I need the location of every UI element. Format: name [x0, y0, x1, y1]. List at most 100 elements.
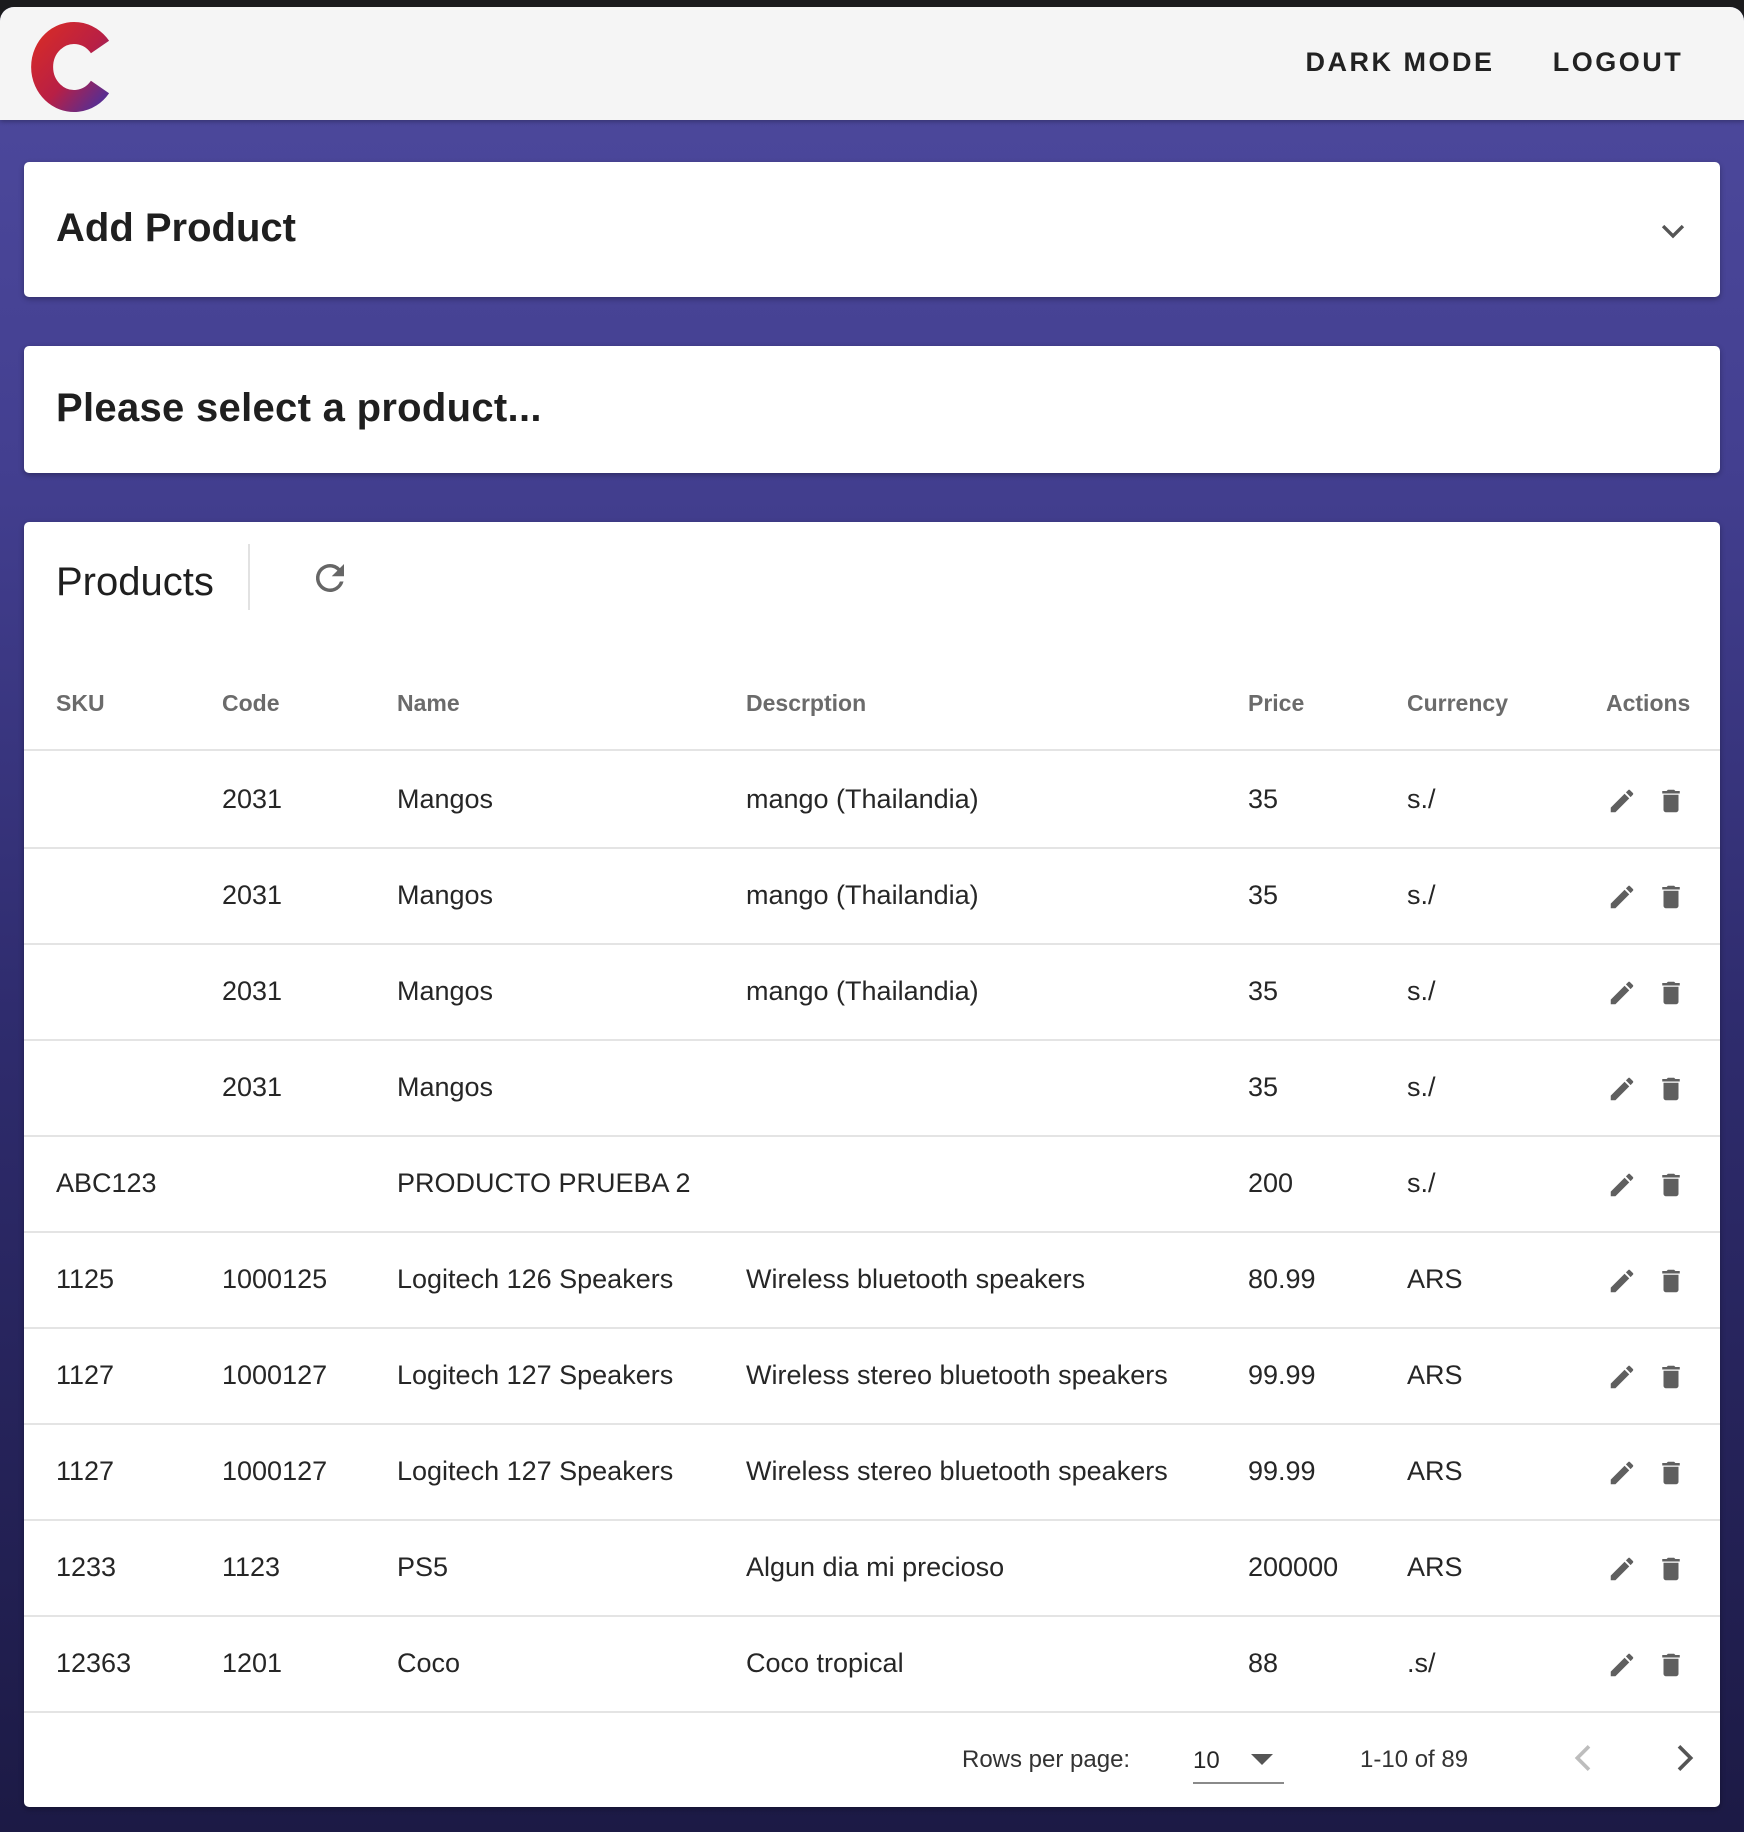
cell-currency: s./ — [1407, 880, 1436, 910]
trash-icon[interactable] — [1656, 1458, 1686, 1488]
cell-description: mango (Thailandia) — [746, 880, 979, 910]
cell-price: 80.99 — [1248, 1264, 1316, 1294]
table-row[interactable]: 1233 1123 PS5 Algun dia mi precioso 200000 AR… — [24, 1521, 1720, 1617]
cell-description: Coco tropical — [746, 1648, 904, 1678]
cell-name: Mangos — [397, 1072, 494, 1102]
cell-currency: .s/ — [1407, 1648, 1436, 1678]
products-title: Products — [56, 560, 214, 604]
c-logo-icon[interactable] — [30, 19, 114, 113]
pencil-icon[interactable] — [1607, 1650, 1637, 1680]
chevron-right-icon[interactable] — [1664, 1738, 1704, 1778]
pencil-icon[interactable] — [1607, 1362, 1637, 1392]
table-row[interactable]: 2031 Mangos mango (Thailandia) 35 s./ — [24, 849, 1720, 945]
cell-price: 99.99 — [1248, 1360, 1316, 1390]
pencil-icon[interactable] — [1607, 1458, 1637, 1488]
rows-per-page-select[interactable]: 10 — [1193, 1734, 1284, 1784]
trash-icon[interactable] — [1656, 1074, 1686, 1104]
column-header-price[interactable]: Price — [1248, 690, 1304, 717]
column-header-code[interactable]: Code — [222, 690, 280, 717]
cell-code: 1000127 — [222, 1360, 328, 1390]
logout-button[interactable]: LOGOUT — [1548, 37, 1688, 87]
cell-name: PRODUCTO PRUEBA 2 — [397, 1168, 691, 1198]
column-header-sku[interactable]: SKU — [56, 690, 105, 717]
trash-icon[interactable] — [1656, 882, 1686, 912]
pencil-icon[interactable] — [1607, 786, 1637, 816]
table-row[interactable]: 2031 Mangos mango (Thailandia) 35 s./ — [24, 945, 1720, 1041]
cell-name: Logitech 126 Speakers — [397, 1264, 674, 1294]
cell-currency: ARS — [1407, 1456, 1463, 1486]
cell-currency: ARS — [1407, 1552, 1463, 1582]
cell-currency: s./ — [1407, 784, 1436, 814]
column-header-currency[interactable]: Currency — [1407, 690, 1508, 717]
toolbar-divider — [248, 544, 250, 610]
cell-code: 2031 — [222, 1072, 283, 1102]
app-window: DARK MODE LOGOUT Add Product Please sele… — [0, 7, 1744, 1832]
cell-currency: s./ — [1407, 1072, 1436, 1102]
cell-description: Wireless bluetooth speakers — [746, 1264, 1086, 1294]
trash-icon[interactable] — [1656, 1266, 1686, 1296]
cell-name: Mangos — [397, 784, 494, 814]
cell-description: mango (Thailandia) — [746, 976, 979, 1006]
add-product-panel[interactable]: Add Product — [24, 162, 1720, 297]
table-row[interactable]: 12363 1201 Coco Coco tropical 88 .s/ — [24, 1617, 1720, 1713]
table-header: SKU Code Name Descrption Price Currency … — [24, 662, 1720, 751]
products-table-card: Products SKU Code Name Descrption Price … — [24, 522, 1720, 1807]
cell-sku: 1127 — [56, 1456, 115, 1486]
pencil-icon[interactable] — [1607, 882, 1637, 912]
trash-icon[interactable] — [1656, 978, 1686, 1008]
table-row[interactable]: 2031 Mangos 35 s./ — [24, 1041, 1720, 1137]
table-row[interactable]: 1127 1000127 Logitech 127 Speakers Wireless… — [24, 1425, 1720, 1521]
cell-name: PS5 — [397, 1552, 449, 1582]
cell-price: 35 — [1248, 1072, 1279, 1102]
table-row[interactable]: 1125 1000125 Logitech 126 Speakers Wireless… — [24, 1233, 1720, 1329]
cell-price: 35 — [1248, 880, 1279, 910]
cell-sku: 1125 — [56, 1264, 115, 1294]
column-header-actions: Actions — [1606, 690, 1691, 716]
pencil-icon[interactable] — [1607, 978, 1637, 1008]
product-detail-panel: Please select a product... — [24, 346, 1720, 473]
cell-price: 35 — [1248, 976, 1279, 1006]
rows-per-page-label: Rows per page: — [962, 1746, 1131, 1773]
cell-currency: s./ — [1407, 1168, 1436, 1198]
chevron-left-icon[interactable] — [1564, 1738, 1604, 1778]
cell-currency: ARS — [1407, 1264, 1463, 1294]
cell-price: 99.99 — [1248, 1456, 1316, 1486]
app-bar: DARK MODE LOGOUT — [0, 7, 1744, 120]
cell-price: 200 — [1248, 1168, 1294, 1198]
pencil-icon[interactable] — [1607, 1074, 1637, 1104]
trash-icon[interactable] — [1656, 1554, 1686, 1584]
page-range-text: 1-10 of 89 — [1360, 1746, 1469, 1773]
pencil-icon[interactable] — [1607, 1170, 1637, 1200]
pencil-icon[interactable] — [1607, 1266, 1637, 1296]
chevron-down-icon[interactable] — [1656, 214, 1690, 248]
table-row[interactable]: 1127 1000127 Logitech 127 Speakers Wireless… — [24, 1329, 1720, 1425]
cell-price: 200000 — [1248, 1552, 1339, 1582]
cell-sku: ABC123 — [56, 1168, 157, 1198]
trash-icon[interactable] — [1656, 1362, 1686, 1392]
cell-name: Logitech 127 Speakers — [397, 1360, 674, 1390]
cell-price: 35 — [1248, 784, 1279, 814]
cell-code: 2031 — [222, 880, 283, 910]
select-product-prompt: Please select a product... — [56, 386, 542, 430]
column-header-name[interactable]: Name — [397, 690, 460, 717]
cell-sku: 1127 — [56, 1360, 115, 1390]
trash-icon[interactable] — [1656, 1170, 1686, 1200]
cell-currency: s./ — [1407, 976, 1436, 1006]
trash-icon[interactable] — [1656, 1650, 1686, 1680]
trash-icon[interactable] — [1656, 786, 1686, 816]
cell-name: Mangos — [397, 976, 494, 1006]
cell-code: 1201 — [222, 1648, 283, 1678]
rows-per-page-value: 10 — [1193, 1747, 1220, 1774]
dark-mode-button[interactable]: DARK MODE — [1300, 37, 1500, 87]
table-row[interactable]: 2031 Mangos mango (Thailandia) 35 s./ — [24, 753, 1720, 849]
refresh-icon[interactable] — [309, 557, 351, 599]
cell-code: 1000125 — [222, 1264, 328, 1294]
cell-currency: ARS — [1407, 1360, 1463, 1390]
table-row[interactable]: ABC123 PRODUCTO PRUEBA 2 200 s./ — [24, 1137, 1720, 1233]
pencil-icon[interactable] — [1607, 1554, 1637, 1584]
column-header-description[interactable]: Descrption — [746, 690, 866, 717]
cell-name: Logitech 127 Speakers — [397, 1456, 674, 1486]
cell-code: 2031 — [222, 784, 283, 814]
cell-description: Wireless stereo bluetooth speakers — [746, 1360, 1168, 1390]
cell-price: 88 — [1248, 1648, 1279, 1678]
